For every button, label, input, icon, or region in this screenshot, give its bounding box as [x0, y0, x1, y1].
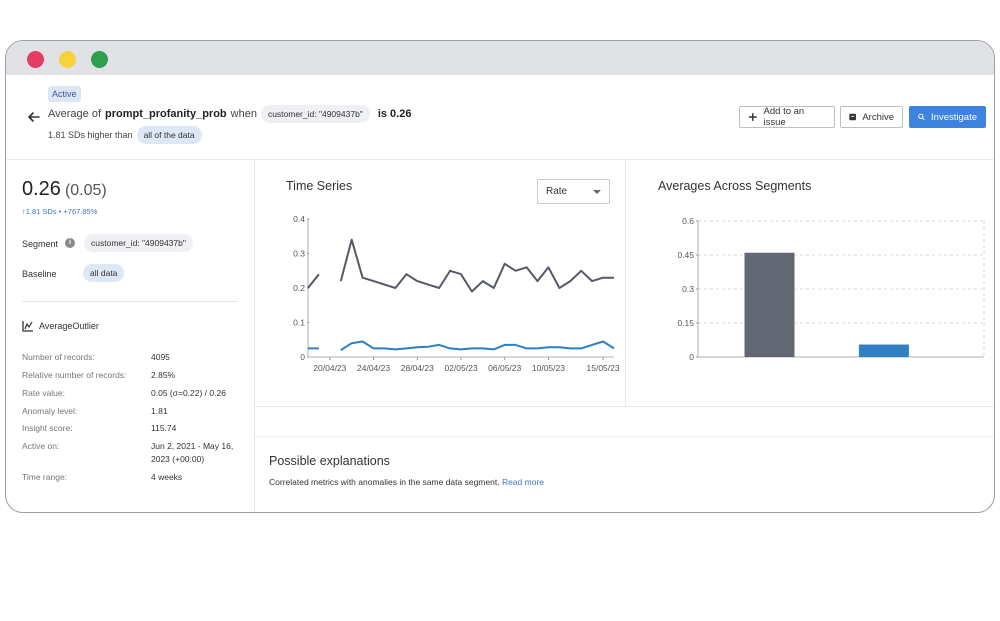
title-bar: [6, 41, 994, 75]
insight-subline: 1.81 SDs higher than all of the data: [48, 126, 202, 144]
plus-icon: [748, 113, 757, 121]
select-value: Rate: [546, 186, 568, 197]
x-tick-label: 15/05/23: [587, 363, 620, 373]
y-tick-label: 0.2: [293, 283, 305, 293]
archive-button[interactable]: Archive: [840, 106, 903, 128]
bar-chart-icon: [22, 321, 33, 332]
baseline-chip[interactable]: all of the data: [136, 126, 202, 144]
time-series-chart: 0.4 0.3 0.2 0.1 0 20/04/23 24/04/23 28/04/23 02/…: [293, 214, 620, 373]
y-tick-label: 0.15: [677, 318, 694, 328]
close-window-button[interactable]: [27, 51, 44, 68]
x-tick-label: 10/05/23: [532, 363, 565, 373]
add-to-issue-button[interactable]: Add to an issue: [739, 106, 835, 128]
status-badge: Active: [48, 86, 81, 102]
y-tick-label: 0: [689, 352, 694, 362]
archive-icon: [849, 113, 856, 121]
summary-paren-value: (0.05): [64, 182, 107, 199]
divider: [6, 159, 994, 160]
divider: [255, 436, 994, 437]
investigate-button[interactable]: Investigate: [909, 106, 986, 128]
divider: [255, 406, 994, 407]
x-tick-label: 24/04/23: [357, 363, 390, 373]
averages-title: Averages Across Segments: [658, 179, 812, 193]
summary-main-value: 0.26: [22, 178, 61, 200]
y-tick-label: 0.1: [293, 318, 305, 328]
chevron-down-icon: [593, 190, 601, 194]
detail-value: 4 weeks: [151, 472, 183, 482]
series-line: [340, 340, 615, 351]
headline-value: is 0.26: [377, 108, 412, 120]
y-tick-label: 0.6: [682, 216, 694, 226]
add-to-issue-label: Add to an issue: [763, 106, 805, 128]
series-line: [339, 238, 614, 293]
detail-value: 2.85%: [151, 370, 176, 380]
metric-type-select[interactable]: Rate: [537, 179, 610, 204]
detail-key: Anomaly level:: [22, 406, 78, 416]
segment-chip[interactable]: customer_id: "4909437b": [260, 105, 370, 123]
detail-key: Number of records:: [22, 352, 95, 362]
detail-value: Jun 2, 2021 - May 16, 2023 (+00:00): [151, 441, 234, 464]
investigate-label: Investigate: [931, 111, 977, 123]
detail-value: 115.74: [151, 423, 177, 433]
divider: [22, 301, 238, 302]
detail-value: 4095: [151, 352, 170, 362]
baseline-label: Baseline: [22, 269, 57, 279]
search-icon: [918, 113, 925, 121]
explanations-text: Correlated metrics with anomalies in the…: [269, 477, 544, 487]
averages-bar-chart: 0.6 0.45 0.3 0.15 0: [677, 216, 985, 362]
bar: [858, 344, 909, 357]
detail-value: 0.05 (σ=0.22) / 0.26: [151, 388, 226, 398]
time-series-title: Time Series: [286, 179, 353, 193]
bar: [744, 252, 795, 357]
summary-value: 0.26 (0.05): [22, 178, 107, 201]
outlier-type: AverageOutlier: [22, 320, 99, 332]
maximize-window-button[interactable]: [91, 51, 108, 68]
x-tick-label: 28/04/23: [401, 363, 434, 373]
detail-key: Insight score:: [22, 423, 73, 433]
browser-window: Active Average of prompt_profanity_prob …: [5, 40, 995, 513]
x-tick-label: 06/05/23: [488, 363, 521, 373]
info-icon[interactable]: i: [65, 238, 75, 248]
explanations-description: Correlated metrics with anomalies in the…: [269, 477, 500, 487]
headline-when: when: [230, 108, 257, 120]
x-tick-label: 02/05/23: [444, 363, 477, 373]
detail-value: 1.81: [151, 406, 168, 416]
baseline-value-chip[interactable]: all data: [83, 264, 125, 282]
y-tick-label: 0.3: [682, 284, 694, 294]
detail-key: Active on:: [22, 441, 60, 451]
detail-key: Relative number of records:: [22, 370, 127, 380]
summary-delta: ↑1.81 SDs • +767.85%: [22, 207, 98, 216]
y-tick-label: 0.3: [293, 249, 305, 259]
detail-key: Time range:: [22, 472, 68, 482]
divider: [625, 160, 626, 406]
outlier-type-label: AverageOutlier: [39, 321, 99, 331]
headline-prefix: Average of: [48, 108, 102, 120]
y-tick-label: 0.45: [677, 250, 694, 260]
explanations-title: Possible explanations: [269, 454, 390, 468]
archive-label: Archive: [862, 111, 894, 123]
divider: [254, 160, 255, 512]
series-line: [307, 273, 320, 289]
detail-key: Rate value:: [22, 388, 65, 398]
y-tick-label: 0: [300, 352, 305, 362]
segment-value-chip[interactable]: customer_id: "4909437b": [84, 234, 193, 252]
arrow-left-icon[interactable]: [26, 109, 42, 125]
minimize-window-button[interactable]: [59, 51, 76, 68]
y-tick-label: 0.4: [293, 214, 305, 224]
x-tick-label: 20/04/23: [313, 363, 346, 373]
read-more-link[interactable]: Read more: [502, 477, 544, 487]
subline-text: 1.81 SDs higher than: [48, 130, 133, 140]
metric-name: prompt_profanity_prob: [105, 108, 227, 120]
insight-headline: Average of prompt_profanity_prob when cu…: [48, 105, 411, 123]
segment-label: Segment: [22, 239, 59, 249]
